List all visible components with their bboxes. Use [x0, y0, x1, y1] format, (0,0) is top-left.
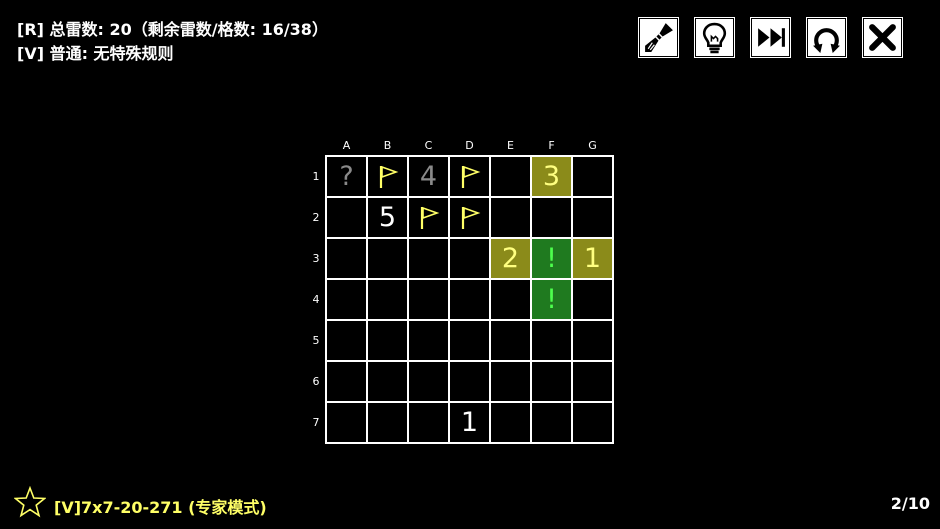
star-icon[interactable] — [14, 486, 46, 518]
column-label: F — [548, 139, 555, 152]
column-label: B — [383, 139, 392, 152]
unrevealed-cell[interactable] — [409, 321, 450, 362]
unrevealed-cell[interactable] — [409, 362, 450, 403]
number-cell[interactable]: 5 — [368, 198, 409, 239]
number-cell[interactable]: 2 — [491, 239, 532, 280]
close-button[interactable] — [863, 18, 902, 57]
unrevealed-cell[interactable] — [327, 403, 368, 444]
column-label: A — [342, 139, 351, 152]
unrevealed-cell[interactable] — [368, 362, 409, 403]
unrevealed-cell[interactable] — [532, 198, 573, 239]
flagged-cell[interactable] — [450, 157, 491, 198]
number-cell[interactable]: 1 — [450, 403, 491, 444]
column-label: C — [424, 139, 433, 152]
page-indicator: 2/10 — [890, 494, 930, 513]
unrevealed-cell[interactable] — [491, 321, 532, 362]
flag-icon — [379, 165, 398, 188]
number-cell[interactable]: ? — [327, 157, 368, 198]
unrevealed-cell[interactable] — [450, 362, 491, 403]
row-label: 5 — [312, 334, 320, 347]
unrevealed-cell[interactable] — [327, 280, 368, 321]
restart-icon — [813, 28, 840, 53]
unrevealed-cell[interactable] — [409, 280, 450, 321]
mine-count-text: [R] 总雷数: 20（剩余雷数/格数: 16/38） — [17, 20, 328, 39]
toolbar — [639, 18, 902, 57]
unrevealed-cell[interactable] — [491, 198, 532, 239]
brush-button[interactable] — [639, 18, 678, 57]
unrevealed-cell[interactable] — [532, 321, 573, 362]
rule-text: [V] 普通: 无特殊规则 — [17, 44, 174, 63]
unrevealed-cell[interactable] — [450, 321, 491, 362]
unrevealed-cell[interactable] — [368, 403, 409, 444]
brush-icon — [645, 23, 673, 52]
unrevealed-cell[interactable] — [450, 239, 491, 280]
skip-button[interactable] — [751, 18, 790, 57]
unrevealed-cell[interactable] — [532, 403, 573, 444]
unrevealed-cell[interactable] — [450, 280, 491, 321]
unrevealed-cell[interactable] — [532, 362, 573, 403]
unrevealed-cell[interactable] — [491, 403, 532, 444]
row-label: 3 — [312, 252, 320, 265]
unrevealed-cell[interactable] — [368, 321, 409, 362]
column-label: D — [465, 139, 474, 152]
flagged-cell[interactable] — [409, 198, 450, 239]
lightbulb-icon — [702, 22, 727, 54]
mine-hint-cell[interactable]: ! — [532, 280, 573, 321]
fast-forward-icon — [758, 28, 785, 47]
minesweeper-board: ? 4 3 5 2! 1! 1 — [325, 155, 614, 444]
unrevealed-cell[interactable] — [327, 198, 368, 239]
flag-icon — [461, 165, 480, 188]
number-cell[interactable]: 4 — [409, 157, 450, 198]
column-label: G — [588, 139, 597, 152]
unrevealed-cell[interactable] — [573, 403, 614, 444]
row-label: 7 — [312, 416, 320, 429]
unrevealed-cell[interactable] — [573, 321, 614, 362]
flag-icon — [420, 206, 439, 229]
unrevealed-cell[interactable] — [327, 362, 368, 403]
puzzle-title: [V]7x7-20-271 (专家模式) — [54, 498, 267, 517]
row-label: 2 — [312, 211, 320, 224]
unrevealed-cell[interactable] — [491, 280, 532, 321]
number-cell[interactable]: 1 — [573, 239, 614, 280]
flag-icon — [461, 206, 480, 229]
column-label: E — [507, 139, 514, 152]
unrevealed-cell[interactable] — [368, 239, 409, 280]
unrevealed-cell[interactable] — [409, 403, 450, 444]
number-cell[interactable]: 3 — [532, 157, 573, 198]
unrevealed-cell[interactable] — [573, 157, 614, 198]
unrevealed-cell[interactable] — [409, 239, 450, 280]
flagged-cell[interactable] — [450, 198, 491, 239]
unrevealed-cell[interactable] — [573, 362, 614, 403]
restart-button[interactable] — [807, 18, 846, 57]
unrevealed-cell[interactable] — [327, 239, 368, 280]
row-label: 4 — [312, 293, 320, 306]
unrevealed-cell[interactable] — [491, 157, 532, 198]
row-label: 1 — [312, 170, 320, 183]
unrevealed-cell[interactable] — [573, 198, 614, 239]
unrevealed-cell[interactable] — [327, 321, 368, 362]
unrevealed-cell[interactable] — [573, 280, 614, 321]
unrevealed-cell[interactable] — [368, 280, 409, 321]
flagged-cell[interactable] — [368, 157, 409, 198]
close-icon — [869, 24, 896, 51]
row-label: 6 — [312, 375, 320, 388]
mine-hint-cell[interactable]: ! — [532, 239, 573, 280]
unrevealed-cell[interactable] — [491, 362, 532, 403]
puzzle-info: [R] 总雷数: 20（剩余雷数/格数: 16/38） [V] 普通: 无特殊规… — [17, 18, 328, 66]
hint-button[interactable] — [695, 18, 734, 57]
